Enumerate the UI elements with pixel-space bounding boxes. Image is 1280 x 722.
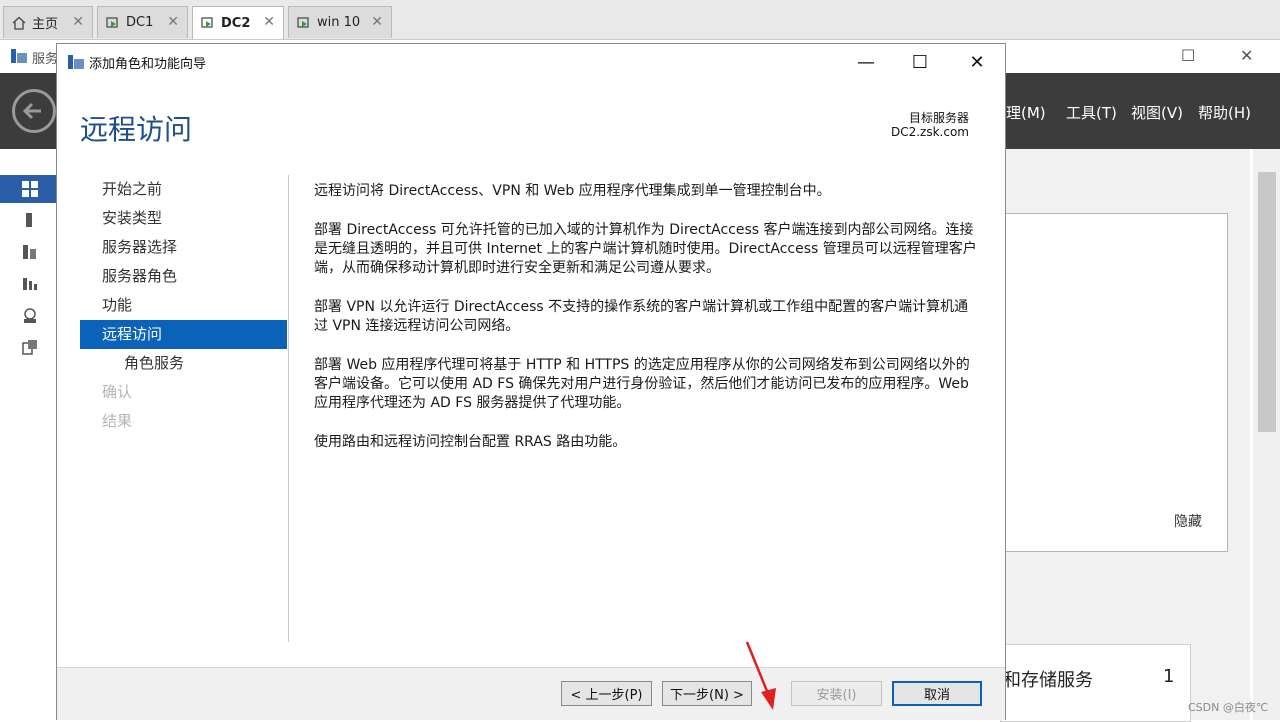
nav-item-role-services[interactable]: 角色服务 bbox=[80, 349, 287, 378]
close-icon[interactable]: ✕ bbox=[263, 14, 275, 30]
menu-view[interactable]: 视图(V) bbox=[1131, 102, 1183, 123]
vm-icon bbox=[297, 16, 311, 30]
background-window-title: 服务 bbox=[32, 52, 59, 67]
target-server-label: 目标服务器 bbox=[908, 111, 969, 125]
page-title: 远程访问 bbox=[80, 113, 193, 146]
description-paragraph: 部署 VPN 以允许运行 DirectAccess 不支持的操作系统的客户端计算… bbox=[314, 299, 969, 334]
nav-item-installation-type[interactable]: 安装类型 bbox=[80, 204, 287, 233]
vm-tab-strip: 主页 ✕ DC1 ✕ DC2 ✕ win 10 ✕ bbox=[0, 0, 1280, 40]
role-tile-title: 和存储服务 bbox=[1003, 670, 1093, 691]
close-icon[interactable]: ✕ bbox=[167, 14, 179, 30]
description-paragraph: 部署 Web 应用程序代理可将基于 HTTP 和 HTTPS 的选定应用程序从你… bbox=[314, 357, 970, 411]
menu-help[interactable]: 帮助(H) bbox=[1198, 102, 1251, 123]
close-icon[interactable]: ✕ bbox=[371, 14, 383, 30]
minimize-icon[interactable]: — bbox=[843, 48, 889, 76]
nav-item-server-roles[interactable]: 服务器角色 bbox=[80, 262, 287, 291]
close-icon[interactable]: ✕ bbox=[1240, 46, 1253, 65]
cancel-button[interactable]: 取消 bbox=[892, 681, 982, 706]
hide-link[interactable]: 隐藏 bbox=[1174, 511, 1202, 531]
target-server-value: DC2.zsk.com bbox=[890, 125, 969, 139]
maximize-icon[interactable]: ☐ bbox=[897, 48, 943, 76]
nav-item-results: 结果 bbox=[102, 412, 133, 430]
vm-tab-label: DC2 bbox=[221, 15, 251, 31]
background-welcome-panel bbox=[1000, 213, 1228, 552]
role-tile-count: 1 bbox=[1163, 666, 1175, 687]
vm-tab-home[interactable]: 主页 ✕ bbox=[3, 6, 93, 38]
dns-icon[interactable] bbox=[22, 308, 38, 324]
wizard-titlebar: 添加角色和功能向导 — ☐ ✕ bbox=[57, 44, 1005, 80]
vm-tab-label: 主页 bbox=[32, 17, 59, 32]
close-icon[interactable]: ✕ bbox=[72, 14, 84, 30]
install-button: 安装(I) bbox=[791, 681, 882, 706]
nav-item-features[interactable]: 功能 bbox=[80, 291, 287, 320]
all-servers-icon[interactable] bbox=[22, 244, 38, 260]
wizard-title: 添加角色和功能向导 bbox=[89, 57, 207, 72]
back-arrow-icon[interactable] bbox=[12, 89, 56, 133]
watermark: CSDN @白夜℃ bbox=[1188, 701, 1269, 714]
description-paragraph: 部署 DirectAccess 可允许托管的已加入域的计算机作为 DirectA… bbox=[314, 222, 977, 276]
next-button[interactable]: 下一步(N) > bbox=[662, 681, 752, 706]
local-server-icon[interactable] bbox=[22, 212, 38, 228]
file-services-icon[interactable] bbox=[22, 339, 38, 355]
nav-item-server-selection[interactable]: 服务器选择 bbox=[80, 233, 287, 262]
nav-divider bbox=[288, 175, 289, 642]
close-icon[interactable]: ✕ bbox=[954, 48, 1000, 76]
description-paragraph: 使用路由和远程访问控制台配置 RRAS 路由功能。 bbox=[314, 434, 627, 450]
add-roles-wizard-dialog: 添加角色和功能向导 — ☐ ✕ 远程访问 目标服务器 DC2.zsk.com 开… bbox=[56, 43, 1006, 720]
menu-tools[interactable]: 工具(T) bbox=[1066, 102, 1117, 123]
vm-icon bbox=[201, 16, 215, 30]
vm-tab-label: DC1 bbox=[126, 15, 154, 30]
home-icon bbox=[12, 16, 26, 30]
nav-item-confirmation: 确认 bbox=[102, 383, 133, 401]
server-manager-icon bbox=[67, 54, 84, 70]
description-content: 远程访问将 DirectAccess、VPN 和 Web 应用程序代理集成到单一… bbox=[314, 182, 982, 472]
role-icon[interactable] bbox=[22, 276, 38, 292]
menu-manage[interactable]: 理(M) bbox=[1006, 102, 1046, 123]
vm-tab-win10[interactable]: win 10 ✕ bbox=[288, 6, 392, 38]
server-manager-icon bbox=[10, 48, 28, 68]
description-paragraph: 远程访问将 DirectAccess、VPN 和 Web 应用程序代理集成到单一… bbox=[314, 183, 831, 199]
vm-tab-dc1[interactable]: DC1 ✕ bbox=[97, 6, 188, 38]
vm-tab-dc2[interactable]: DC2 ✕ bbox=[192, 6, 284, 39]
nav-item-remote-access[interactable]: 远程访问 bbox=[80, 320, 287, 349]
annotation-arrow bbox=[745, 641, 776, 710]
vm-tab-label: win 10 bbox=[317, 15, 361, 30]
nav-item-before-you-begin[interactable]: 开始之前 bbox=[80, 175, 287, 204]
previous-button[interactable]: < 上一步(P) bbox=[561, 681, 652, 706]
background-sidebar bbox=[0, 149, 56, 720]
vm-icon bbox=[106, 16, 120, 30]
maximize-icon[interactable]: ☐ bbox=[1181, 46, 1195, 65]
dashboard-icon[interactable] bbox=[22, 181, 38, 197]
scrollbar-thumb[interactable] bbox=[1258, 172, 1276, 432]
